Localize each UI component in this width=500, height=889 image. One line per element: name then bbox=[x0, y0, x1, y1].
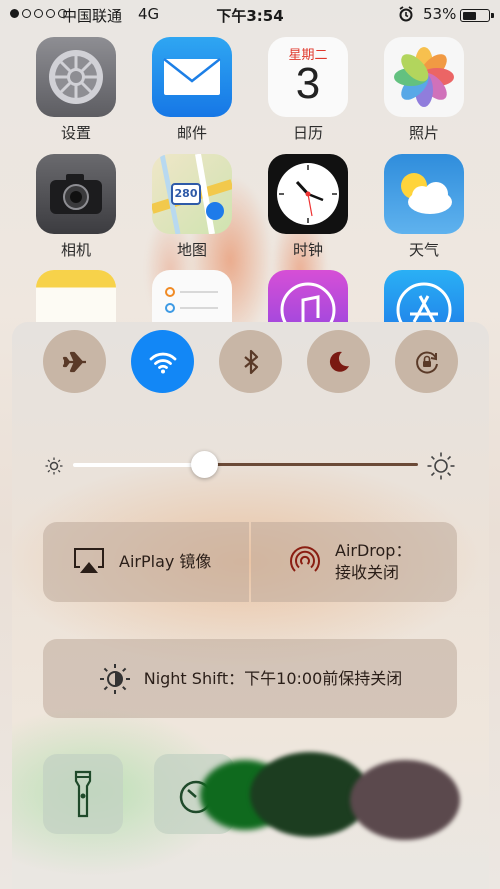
airplay-icon bbox=[74, 548, 104, 573]
app-label: 相机 bbox=[60, 241, 91, 259]
app-label: 地图 bbox=[176, 241, 207, 259]
app-label: 邮件 bbox=[176, 124, 207, 142]
flashlight-button[interactable] bbox=[43, 754, 123, 834]
calendar-day: 3 bbox=[295, 59, 321, 108]
app-label: 天气 bbox=[408, 241, 439, 259]
airdrop-icon bbox=[290, 546, 320, 572]
battery-icon bbox=[460, 9, 494, 22]
app-label: 日历 bbox=[292, 124, 323, 142]
app-clock[interactable]: 时钟 bbox=[263, 154, 353, 260]
clock-icon bbox=[268, 154, 348, 234]
app-label: 时钟 bbox=[292, 241, 323, 259]
night-shift-button[interactable]: Night Shift：下午10:00前保持关闭 bbox=[43, 639, 457, 718]
app-camera[interactable]: 相机 bbox=[31, 154, 121, 260]
brightness-low-icon bbox=[45, 457, 63, 475]
status-bar: 中国联通 4G 下午3:54 53% bbox=[0, 0, 500, 30]
app-weather[interactable]: 天气 bbox=[379, 154, 469, 260]
battery-percent: 53% bbox=[423, 5, 457, 23]
obscured-region bbox=[350, 760, 460, 840]
app-calendar[interactable]: 星期二 3 日历 bbox=[263, 37, 353, 143]
airdrop-button[interactable]: AirDrop： 接收关闭 bbox=[251, 522, 457, 602]
maps-route-number: 280 bbox=[174, 187, 198, 200]
app-label: 照片 bbox=[408, 124, 439, 142]
moon-icon bbox=[329, 351, 349, 372]
rotation-lock-toggle[interactable] bbox=[395, 330, 458, 393]
airdrop-title: AirDrop： bbox=[335, 541, 412, 560]
calendar-icon: 星期二 3 bbox=[268, 37, 348, 117]
airplay-mirroring-button[interactable]: AirPlay 镜像 bbox=[43, 522, 249, 602]
airplane-icon bbox=[62, 351, 86, 372]
brightness-track[interactable] bbox=[204, 463, 418, 466]
brightness-high-icon bbox=[427, 452, 455, 480]
app-mail[interactable]: 邮件 bbox=[147, 37, 237, 143]
alarm-icon bbox=[399, 6, 413, 22]
battery-fill bbox=[462, 11, 476, 20]
maps-icon: 280 bbox=[152, 154, 232, 234]
night-shift-icon bbox=[99, 663, 130, 694]
photos-icon bbox=[384, 37, 464, 117]
airdrop-status: AirDrop： 接收关闭 bbox=[335, 540, 445, 584]
night-shift-label: Night Shift：下午10:00前保持关闭 bbox=[143, 668, 403, 688]
app-label: 设置 bbox=[60, 124, 91, 142]
airplay-label: AirPlay 镜像 bbox=[119, 552, 212, 571]
weather-icon bbox=[384, 154, 464, 234]
app-settings[interactable]: 设置 bbox=[31, 37, 121, 143]
wifi-icon bbox=[149, 352, 176, 373]
brightness-fill bbox=[73, 463, 205, 467]
airplane-mode-toggle[interactable] bbox=[43, 330, 106, 393]
airdrop-subtitle: 接收关闭 bbox=[335, 563, 400, 582]
wifi-toggle[interactable] bbox=[131, 330, 194, 393]
bluetooth-toggle[interactable] bbox=[219, 330, 282, 393]
camera-icon bbox=[36, 154, 116, 234]
do-not-disturb-toggle[interactable] bbox=[307, 330, 370, 393]
brightness-slider-thumb[interactable] bbox=[190, 451, 218, 478]
flashlight-icon bbox=[74, 770, 92, 818]
settings-icon bbox=[36, 37, 116, 117]
rotation-lock-icon bbox=[415, 351, 438, 373]
mail-icon bbox=[152, 37, 232, 117]
bluetooth-icon bbox=[243, 349, 258, 374]
app-maps[interactable]: 280 地图 bbox=[147, 154, 237, 260]
app-photos[interactable]: 照片 bbox=[379, 37, 469, 143]
